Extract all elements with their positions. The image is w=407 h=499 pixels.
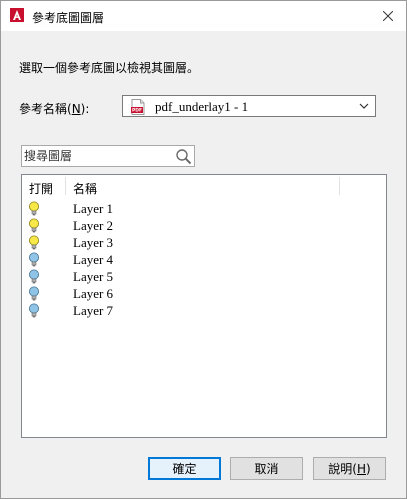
ok-button[interactable]: 確定 <box>148 457 221 480</box>
instruction-text: 選取一個參考底圖以檢視其圖層。 <box>19 61 200 75</box>
lightbulb-off-icon[interactable] <box>28 303 40 318</box>
layer-name: Layer 1 <box>73 201 114 216</box>
lightbulb-on-icon[interactable] <box>28 218 40 233</box>
layer-row[interactable]: Layer 1 <box>22 200 386 217</box>
layer-row[interactable]: Layer 2 <box>22 217 386 234</box>
column-header-name[interactable]: 名稱 <box>73 180 97 197</box>
layer-name: Layer 6 <box>73 286 114 301</box>
lightbulb-off-icon[interactable] <box>28 252 40 267</box>
column-divider[interactable] <box>65 177 66 195</box>
layer-search-box[interactable] <box>21 145 195 167</box>
lightbulb-off-icon[interactable] <box>28 286 40 301</box>
layer-list[interactable]: 打開 名稱 Layer 1 Layer 2 Layer 3 Layer 4 La… <box>21 174 387 438</box>
autocad-logo-icon <box>10 8 24 22</box>
reference-name-dropdown[interactable]: PDF pdf_underlay1 - 1 <box>122 95 376 117</box>
chevron-down-icon <box>359 103 369 109</box>
column-header-on[interactable]: 打開 <box>29 180 53 197</box>
layer-row[interactable]: Layer 5 <box>22 268 386 285</box>
layer-search-input[interactable] <box>24 148 172 164</box>
layer-row[interactable]: Layer 3 <box>22 234 386 251</box>
cancel-button[interactable]: 取消 <box>230 457 303 480</box>
layer-name: Layer 5 <box>73 269 114 284</box>
layer-name: Layer 2 <box>73 218 114 233</box>
layer-list-header: 打開 名稱 <box>22 175 386 197</box>
title-bar: 參考底圖圖層 <box>1 1 406 31</box>
lightbulb-off-icon[interactable] <box>28 269 40 284</box>
svg-text:PDF: PDF <box>132 108 142 114</box>
window-title: 參考底圖圖層 <box>32 11 105 25</box>
layer-name: Layer 3 <box>73 235 114 250</box>
reference-name-label: 參考名稱(N): <box>19 102 90 116</box>
layer-row[interactable]: Layer 4 <box>22 251 386 268</box>
close-icon <box>383 11 393 21</box>
lightbulb-on-icon[interactable] <box>28 201 40 216</box>
lightbulb-on-icon[interactable] <box>28 235 40 250</box>
dialog-window: 參考底圖圖層 選取一個參考底圖以檢視其圖層。 參考名稱(N): PDF pdf_… <box>0 0 407 499</box>
search-icon[interactable] <box>175 148 192 165</box>
layer-name: Layer 4 <box>73 252 114 267</box>
close-button[interactable] <box>370 1 406 31</box>
layer-name: Layer 7 <box>73 303 114 318</box>
reference-name-value: pdf_underlay1 - 1 <box>155 99 249 114</box>
pdf-file-icon: PDF <box>131 99 145 115</box>
layer-row[interactable]: Layer 6 <box>22 285 386 302</box>
layer-row[interactable]: Layer 7 <box>22 302 386 319</box>
column-divider[interactable] <box>339 177 340 195</box>
help-button[interactable]: 說明(H) <box>313 457 386 480</box>
